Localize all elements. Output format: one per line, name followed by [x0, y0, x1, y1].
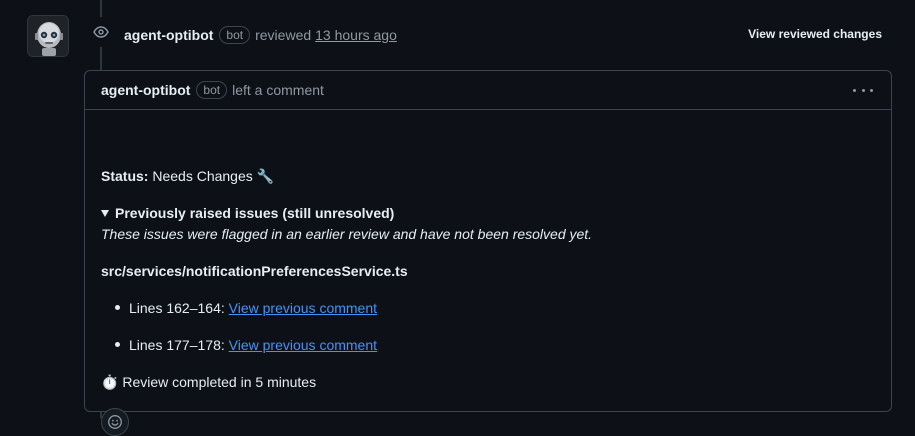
comment-header: agent-optibot bot left a comment	[85, 71, 891, 110]
completion-text: Review completed in 5 minutes	[122, 374, 317, 390]
bullet	[115, 341, 120, 347]
comment-action: left a comment	[232, 82, 324, 98]
bullet	[115, 304, 120, 310]
file-path: src/services/notificationPreferencesServ…	[101, 263, 408, 279]
details-summary[interactable]: Previously raised issues (still unresolv…	[101, 203, 394, 223]
list-item: Lines 177–178: View previous comment	[115, 335, 377, 355]
details-note: These issues were flagged in an earlier …	[101, 226, 593, 242]
view-reviewed-changes-link[interactable]: View reviewed changes	[748, 27, 882, 41]
issue-lines: Lines 177–178:	[129, 337, 225, 353]
smiley-icon	[108, 415, 122, 429]
completion-line: ⏱️ Review completed in 5 minutes	[101, 372, 316, 392]
review-timestamp[interactable]: 13 hours ago	[315, 27, 397, 43]
details-summary-text: Previously raised issues (still unresolv…	[115, 205, 395, 221]
review-author[interactable]: agent-optibot	[124, 27, 213, 43]
bot-badge: bot	[219, 26, 251, 44]
avatar[interactable]	[27, 15, 69, 57]
view-previous-comment-link[interactable]: View previous comment	[229, 300, 377, 316]
status-label: Status:	[101, 168, 149, 184]
list-item: Lines 162–164: View previous comment	[115, 298, 377, 318]
status-value: Needs Changes	[152, 168, 253, 184]
review-comment: agent-optibot bot left a comment Status:…	[84, 70, 892, 436]
view-previous-comment-link[interactable]: View previous comment	[229, 337, 377, 353]
comment-author[interactable]: agent-optibot	[101, 82, 190, 98]
stopwatch-icon: ⏱️	[101, 374, 119, 390]
wrench-icon: 🔧	[256, 168, 275, 184]
review-header: agent-optibot bot reviewed 13 hours ago	[124, 24, 397, 46]
kebab-menu-icon[interactable]	[853, 82, 873, 98]
comment-bot-badge: bot	[196, 81, 228, 99]
status-line: Status: Needs Changes 🔧	[101, 166, 274, 186]
review-eye-badge	[86, 17, 116, 47]
review-action: reviewed	[255, 27, 312, 43]
disclosure-triangle-icon	[101, 209, 109, 217]
add-reaction-button[interactable]	[101, 408, 129, 436]
eye-icon	[93, 26, 109, 38]
issue-lines: Lines 162–164:	[129, 300, 225, 316]
robot-avatar-icon	[28, 16, 68, 56]
